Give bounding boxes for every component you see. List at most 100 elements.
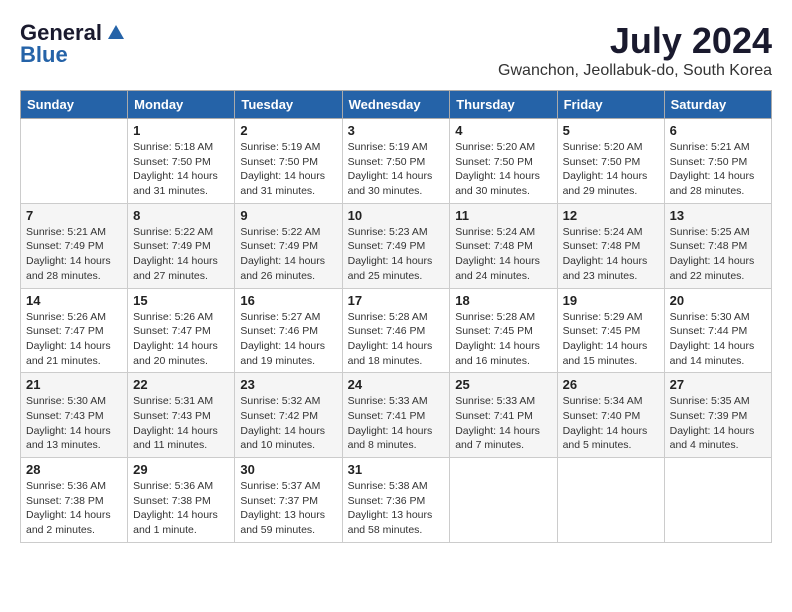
day-number: 27 (670, 377, 766, 392)
day-info: Sunrise: 5:30 AM Sunset: 7:43 PM Dayligh… (26, 394, 122, 453)
calendar-cell: 28Sunrise: 5:36 AM Sunset: 7:38 PM Dayli… (21, 458, 128, 543)
day-number: 25 (455, 377, 551, 392)
day-info: Sunrise: 5:34 AM Sunset: 7:40 PM Dayligh… (563, 394, 659, 453)
day-number: 6 (670, 123, 766, 138)
calendar-cell: 23 Sunrise: 5:32 AM Sunset: 7:42 PM Dayli… (235, 373, 342, 458)
calendar-week-row: 7Sunrise: 5:21 AM Sunset: 7:49 PM Daylig… (21, 203, 772, 288)
calendar-week-row: 14 Sunrise: 5:26 AM Sunset: 7:47 PM Dayli… (21, 288, 772, 373)
day-number: 22 (133, 377, 229, 392)
day-number: 8 (133, 208, 229, 223)
day-info: Sunrise: 5:24 AM Sunset: 7:48 PM Dayligh… (563, 225, 659, 284)
day-number: 5 (563, 123, 659, 138)
day-number: 12 (563, 208, 659, 223)
weekday-header: Thursday (450, 91, 557, 119)
calendar-cell: 12 Sunrise: 5:24 AM Sunset: 7:48 PM Dayli… (557, 203, 664, 288)
day-number: 10 (348, 208, 445, 223)
calendar-cell: 22 Sunrise: 5:31 AM Sunset: 7:43 PM Dayli… (128, 373, 235, 458)
calendar-cell: 9 Sunrise: 5:22 AM Sunset: 7:49 PM Daylig… (235, 203, 342, 288)
weekday-header: Friday (557, 91, 664, 119)
day-info: Sunrise: 5:25 AM Sunset: 7:48 PM Dayligh… (670, 225, 766, 284)
day-number: 29 (133, 462, 229, 477)
day-info: Sunrise: 5:19 AM Sunset: 7:50 PM Dayligh… (240, 140, 336, 199)
day-info: Sunrise: 5:29 AM Sunset: 7:45 PM Dayligh… (563, 310, 659, 369)
calendar-week-row: 28Sunrise: 5:36 AM Sunset: 7:38 PM Dayli… (21, 458, 772, 543)
day-info: Sunrise: 5:33 AM Sunset: 7:41 PM Dayligh… (348, 394, 445, 453)
calendar-cell: 2 Sunrise: 5:19 AM Sunset: 7:50 PM Daylig… (235, 119, 342, 204)
day-number: 30 (240, 462, 336, 477)
day-number: 7 (26, 208, 122, 223)
day-number: 31 (348, 462, 445, 477)
calendar-week-row: 21 Sunrise: 5:30 AM Sunset: 7:43 PM Dayli… (21, 373, 772, 458)
calendar-cell: 16 Sunrise: 5:27 AM Sunset: 7:46 PM Dayli… (235, 288, 342, 373)
day-info: Sunrise: 5:19 AM Sunset: 7:50 PM Dayligh… (348, 140, 445, 199)
day-info: Sunrise: 5:31 AM Sunset: 7:43 PM Dayligh… (133, 394, 229, 453)
day-info: Sunrise: 5:30 AM Sunset: 7:44 PM Dayligh… (670, 310, 766, 369)
day-number: 2 (240, 123, 336, 138)
calendar-cell: 27 Sunrise: 5:35 AM Sunset: 7:39 PM Dayli… (664, 373, 771, 458)
day-number: 1 (133, 123, 229, 138)
day-info: Sunrise: 5:37 AM Sunset: 7:37 PM Dayligh… (240, 479, 336, 538)
calendar-header-row: SundayMondayTuesdayWednesdayThursdayFrid… (21, 91, 772, 119)
calendar-cell: 25Sunrise: 5:33 AM Sunset: 7:41 PM Dayli… (450, 373, 557, 458)
calendar-table: SundayMondayTuesdayWednesdayThursdayFrid… (20, 90, 772, 543)
location: Gwanchon, Jeollabuk-do, South Korea (498, 62, 772, 80)
day-info: Sunrise: 5:36 AM Sunset: 7:38 PM Dayligh… (26, 479, 122, 538)
day-number: 14 (26, 293, 122, 308)
calendar-cell: 8 Sunrise: 5:22 AM Sunset: 7:49 PM Daylig… (128, 203, 235, 288)
day-info: Sunrise: 5:26 AM Sunset: 7:47 PM Dayligh… (133, 310, 229, 369)
calendar-cell: 5 Sunrise: 5:20 AM Sunset: 7:50 PM Daylig… (557, 119, 664, 204)
day-info: Sunrise: 5:38 AM Sunset: 7:36 PM Dayligh… (348, 479, 445, 538)
logo: General Blue (20, 20, 126, 68)
day-number: 15 (133, 293, 229, 308)
day-info: Sunrise: 5:27 AM Sunset: 7:46 PM Dayligh… (240, 310, 336, 369)
calendar-cell (450, 458, 557, 543)
calendar-cell: 30 Sunrise: 5:37 AM Sunset: 7:37 PM Dayli… (235, 458, 342, 543)
day-number: 13 (670, 208, 766, 223)
day-info: Sunrise: 5:26 AM Sunset: 7:47 PM Dayligh… (26, 310, 122, 369)
title-section: July 2024 Gwanchon, Jeollabuk-do, South … (498, 20, 772, 80)
day-number: 26 (563, 377, 659, 392)
calendar-cell: 26 Sunrise: 5:34 AM Sunset: 7:40 PM Dayli… (557, 373, 664, 458)
day-number: 20 (670, 293, 766, 308)
calendar-cell: 11 Sunrise: 5:24 AM Sunset: 7:48 PM Dayli… (450, 203, 557, 288)
logo-icon (106, 23, 126, 43)
calendar-cell: 18Sunrise: 5:28 AM Sunset: 7:45 PM Dayli… (450, 288, 557, 373)
day-number: 21 (26, 377, 122, 392)
page-header: General Blue July 2024 Gwanchon, Jeollab… (20, 20, 772, 80)
calendar-cell: 4Sunrise: 5:20 AM Sunset: 7:50 PM Daylig… (450, 119, 557, 204)
day-info: Sunrise: 5:24 AM Sunset: 7:48 PM Dayligh… (455, 225, 551, 284)
calendar-cell: 24 Sunrise: 5:33 AM Sunset: 7:41 PM Dayli… (342, 373, 450, 458)
calendar-cell: 17Sunrise: 5:28 AM Sunset: 7:46 PM Dayli… (342, 288, 450, 373)
weekday-header: Tuesday (235, 91, 342, 119)
day-number: 16 (240, 293, 336, 308)
weekday-header: Wednesday (342, 91, 450, 119)
day-number: 24 (348, 377, 445, 392)
day-number: 9 (240, 208, 336, 223)
day-number: 19 (563, 293, 659, 308)
day-info: Sunrise: 5:35 AM Sunset: 7:39 PM Dayligh… (670, 394, 766, 453)
calendar-cell: 29 Sunrise: 5:36 AM Sunset: 7:38 PM Dayli… (128, 458, 235, 543)
day-number: 18 (455, 293, 551, 308)
calendar-cell: 14 Sunrise: 5:26 AM Sunset: 7:47 PM Dayli… (21, 288, 128, 373)
day-info: Sunrise: 5:20 AM Sunset: 7:50 PM Dayligh… (455, 140, 551, 199)
calendar-cell (557, 458, 664, 543)
day-info: Sunrise: 5:21 AM Sunset: 7:50 PM Dayligh… (670, 140, 766, 199)
weekday-header: Sunday (21, 91, 128, 119)
day-info: Sunrise: 5:32 AM Sunset: 7:42 PM Dayligh… (240, 394, 336, 453)
day-number: 11 (455, 208, 551, 223)
day-info: Sunrise: 5:20 AM Sunset: 7:50 PM Dayligh… (563, 140, 659, 199)
calendar-cell: 7Sunrise: 5:21 AM Sunset: 7:49 PM Daylig… (21, 203, 128, 288)
day-info: Sunrise: 5:36 AM Sunset: 7:38 PM Dayligh… (133, 479, 229, 538)
day-info: Sunrise: 5:22 AM Sunset: 7:49 PM Dayligh… (240, 225, 336, 284)
logo-blue: Blue (20, 42, 68, 68)
day-info: Sunrise: 5:22 AM Sunset: 7:49 PM Dayligh… (133, 225, 229, 284)
calendar-cell: 1Sunrise: 5:18 AM Sunset: 7:50 PM Daylig… (128, 119, 235, 204)
day-number: 23 (240, 377, 336, 392)
calendar-cell: 31 Sunrise: 5:38 AM Sunset: 7:36 PM Dayli… (342, 458, 450, 543)
day-number: 17 (348, 293, 445, 308)
month-title: July 2024 (498, 20, 772, 62)
calendar-cell: 10Sunrise: 5:23 AM Sunset: 7:49 PM Dayli… (342, 203, 450, 288)
calendar-cell: 21 Sunrise: 5:30 AM Sunset: 7:43 PM Dayli… (21, 373, 128, 458)
calendar-cell (664, 458, 771, 543)
calendar-cell: 6 Sunrise: 5:21 AM Sunset: 7:50 PM Daylig… (664, 119, 771, 204)
